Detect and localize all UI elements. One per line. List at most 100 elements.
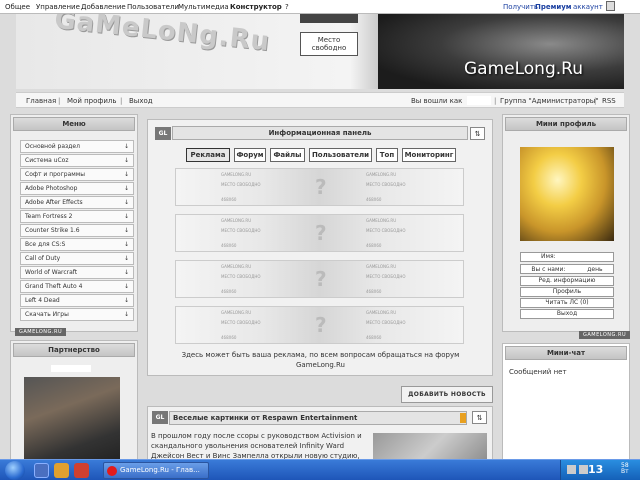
ad-banner-slot[interactable]: GAMELONG.RU МЕСТО СВОБОДНО 468X60 GAMELONG.… <box>175 214 464 252</box>
ad-banner-text: GAMELONG.RU <box>366 218 397 223</box>
read-messages-button[interactable]: Читать ЛС (0) <box>520 298 614 308</box>
premium-link[interactable]: Премиум <box>535 3 572 11</box>
edit-info-button[interactable]: Ред. информацию <box>520 276 614 286</box>
profile-button[interactable]: Профиль <box>520 287 614 297</box>
ad-banner-text: 468X60 <box>366 335 382 340</box>
menu-item[interactable]: Call of Duty ↓ <box>20 252 134 265</box>
tab-files[interactable]: Файлы <box>270 148 305 162</box>
profile-block: Мини профиль Имя: Вы с нами: день Ред. и… <box>502 114 630 332</box>
menu-item-label: World of Warcraft <box>25 269 78 276</box>
menu-item[interactable]: Adobe After Effects ↓ <box>20 196 134 209</box>
menu-item-label: Система uCoz <box>25 157 69 164</box>
site-logo[interactable]: GaMeLoNg.Ru <box>53 14 272 57</box>
nav-profile-link[interactable]: Мой профиль <box>67 97 117 105</box>
menu-item[interactable]: Left 4 Dead ↓ <box>20 294 134 307</box>
arrow-down-icon: ↓ <box>123 199 129 206</box>
admin-menu-media[interactable]: Мультимедиа <box>178 3 229 11</box>
ad-banner-text: 468X60 <box>366 289 382 294</box>
nav-logout-link[interactable]: Выход <box>129 97 153 105</box>
news-title[interactable]: Веселые картинки от Respawn Entertainmen… <box>169 411 467 425</box>
profile-footer-tag: GAMELONG.RU <box>579 331 631 339</box>
tab-monitoring[interactable]: Мониторинг <box>402 148 456 162</box>
menu-list: Основной раздел ↓ Система uCoz ↓ Софт и прог… <box>11 140 137 321</box>
quicklaunch-desktop-icon[interactable] <box>34 463 49 478</box>
menu-item-label: Team Fortress 2 <box>25 213 73 220</box>
ad-banner-text: МЕСТО СВОБОДНО <box>221 228 261 233</box>
menu-item[interactable]: Скачать Игры ↓ <box>20 308 134 321</box>
menu-item-label: Основной раздел <box>25 143 80 150</box>
ad-banner-slot[interactable]: GAMELONG.RU МЕСТО СВОБОДНО 468X60 GAMELONG.… <box>175 168 464 206</box>
ad-banner-text: GAMELONG.RU <box>221 264 252 269</box>
tab-ads[interactable]: Реклама <box>186 148 230 162</box>
nav-bar: Главная | Мой профиль | Выход Вы вошли к… <box>16 92 624 108</box>
opera-icon <box>107 466 117 476</box>
menu-item[interactable]: Counter Strike 1.6 ↓ <box>20 224 134 237</box>
arrow-down-icon: ↓ <box>123 185 129 192</box>
arrow-down-icon: ↓ <box>123 269 129 276</box>
add-news-button[interactable]: ДОБАВИТЬ НОВОСТЬ <box>401 386 493 403</box>
admin-menu-users[interactable]: Пользователи <box>127 3 179 11</box>
menu-item-label: Все для CS:S <box>25 241 66 248</box>
menu-item[interactable]: Grand Theft Auto 4 ↓ <box>20 280 134 293</box>
menu-item[interactable]: Все для CS:S ↓ <box>20 238 134 251</box>
ad-banner-text: МЕСТО СВОБОДНО <box>221 274 261 279</box>
ad-banner-slot[interactable]: GAMELONG.RU МЕСТО СВОБОДНО 468X60 GAMELONG.… <box>175 260 464 298</box>
menu-item[interactable]: World of Warcraft ↓ <box>20 266 134 279</box>
nav-home-link[interactable]: Главная <box>26 97 56 105</box>
arrow-down-icon: ↓ <box>123 227 129 234</box>
admin-menu-manage[interactable]: Управление <box>36 3 80 11</box>
menu-item[interactable]: Основной раздел ↓ <box>20 140 134 153</box>
avatar[interactable] <box>520 147 614 241</box>
quicklaunch-media-icon[interactable] <box>74 463 89 478</box>
arrow-down-icon: ↓ <box>123 283 129 290</box>
admin-menu-add[interactable]: Добавление <box>81 3 126 11</box>
partner-banner-image[interactable] <box>24 377 120 464</box>
quicklaunch-explorer-icon[interactable] <box>54 463 69 478</box>
header-ad-box[interactable]: Место свободно <box>300 32 358 56</box>
menu-item-label: Adobe After Effects <box>25 199 83 206</box>
header-brand: GameLong.Ru <box>464 59 583 79</box>
volume-icon[interactable] <box>579 465 588 474</box>
premium-link-suffix[interactable]: аккаунт <box>573 3 603 11</box>
admin-menu-general[interactable]: Общее <box>5 3 30 11</box>
partners-title: Партнерство <box>13 343 135 357</box>
gl-icon: GL <box>155 127 171 140</box>
menu-item-label: Counter Strike 1.6 <box>25 227 80 234</box>
ad-banner-slot[interactable]: GAMELONG.RU МЕСТО СВОБОДНО 468X60 GAMELONG.… <box>175 306 464 344</box>
menu-item[interactable]: Team Fortress 2 ↓ <box>20 210 134 223</box>
info-panel-toggle-icon[interactable]: ⇅ <box>470 127 485 140</box>
tab-forum[interactable]: Форум <box>234 148 266 162</box>
start-button[interactable] <box>5 461 25 480</box>
menu-item[interactable]: Система uCoz ↓ <box>20 154 134 167</box>
arrow-down-icon: ↓ <box>123 255 129 262</box>
ad-banner-text: МЕСТО СВОБОДНО <box>366 320 406 325</box>
arrow-down-icon: ↓ <box>123 171 129 178</box>
tab-users[interactable]: Пользователи <box>309 148 372 162</box>
menu-item-label: Call of Duty <box>25 255 61 262</box>
profile-logout-button[interactable]: Выход <box>520 309 614 319</box>
tab-top[interactable]: Топ <box>376 148 398 162</box>
menu-item[interactable]: Софт и программы ↓ <box>20 168 134 181</box>
menu-item[interactable]: Adobe Photoshop ↓ <box>20 182 134 195</box>
network-icon[interactable] <box>567 465 576 474</box>
menu-block: Меню Основной раздел ↓ Система uCoz ↓ Софт и… <box>10 114 138 332</box>
clock-time[interactable]: 13 <box>588 463 603 476</box>
arrow-down-icon: ↓ <box>123 157 129 164</box>
arrow-down-icon: ↓ <box>123 311 129 318</box>
username-redacted <box>467 96 491 105</box>
admin-bar-close-icon[interactable] <box>606 1 615 11</box>
profile-since-field: Вы с нами: день <box>520 264 614 274</box>
premium-link-prefix[interactable]: Получить <box>503 3 538 11</box>
profile-name-field: Имя: <box>520 252 614 262</box>
taskbar-browser-task[interactable]: GameLong.Ru - Глав... <box>103 462 209 479</box>
profile-title: Мини профиль <box>505 117 627 131</box>
admin-menu-constructor[interactable]: Конструктор <box>230 3 282 11</box>
info-panel: GL Информационная панель ⇅ Реклама Форум… <box>147 119 493 376</box>
ad-banner-text: 468X60 <box>221 243 237 248</box>
admin-menu-help[interactable]: ? <box>285 3 289 11</box>
news-toggle-icon[interactable]: ⇅ <box>472 411 487 424</box>
chat-title: Мини-чат <box>505 346 627 360</box>
ad-banner-text: МЕСТО СВОБОДНО <box>221 320 261 325</box>
header-banner-strip <box>300 14 358 23</box>
rss-link[interactable]: RSS <box>602 97 616 105</box>
